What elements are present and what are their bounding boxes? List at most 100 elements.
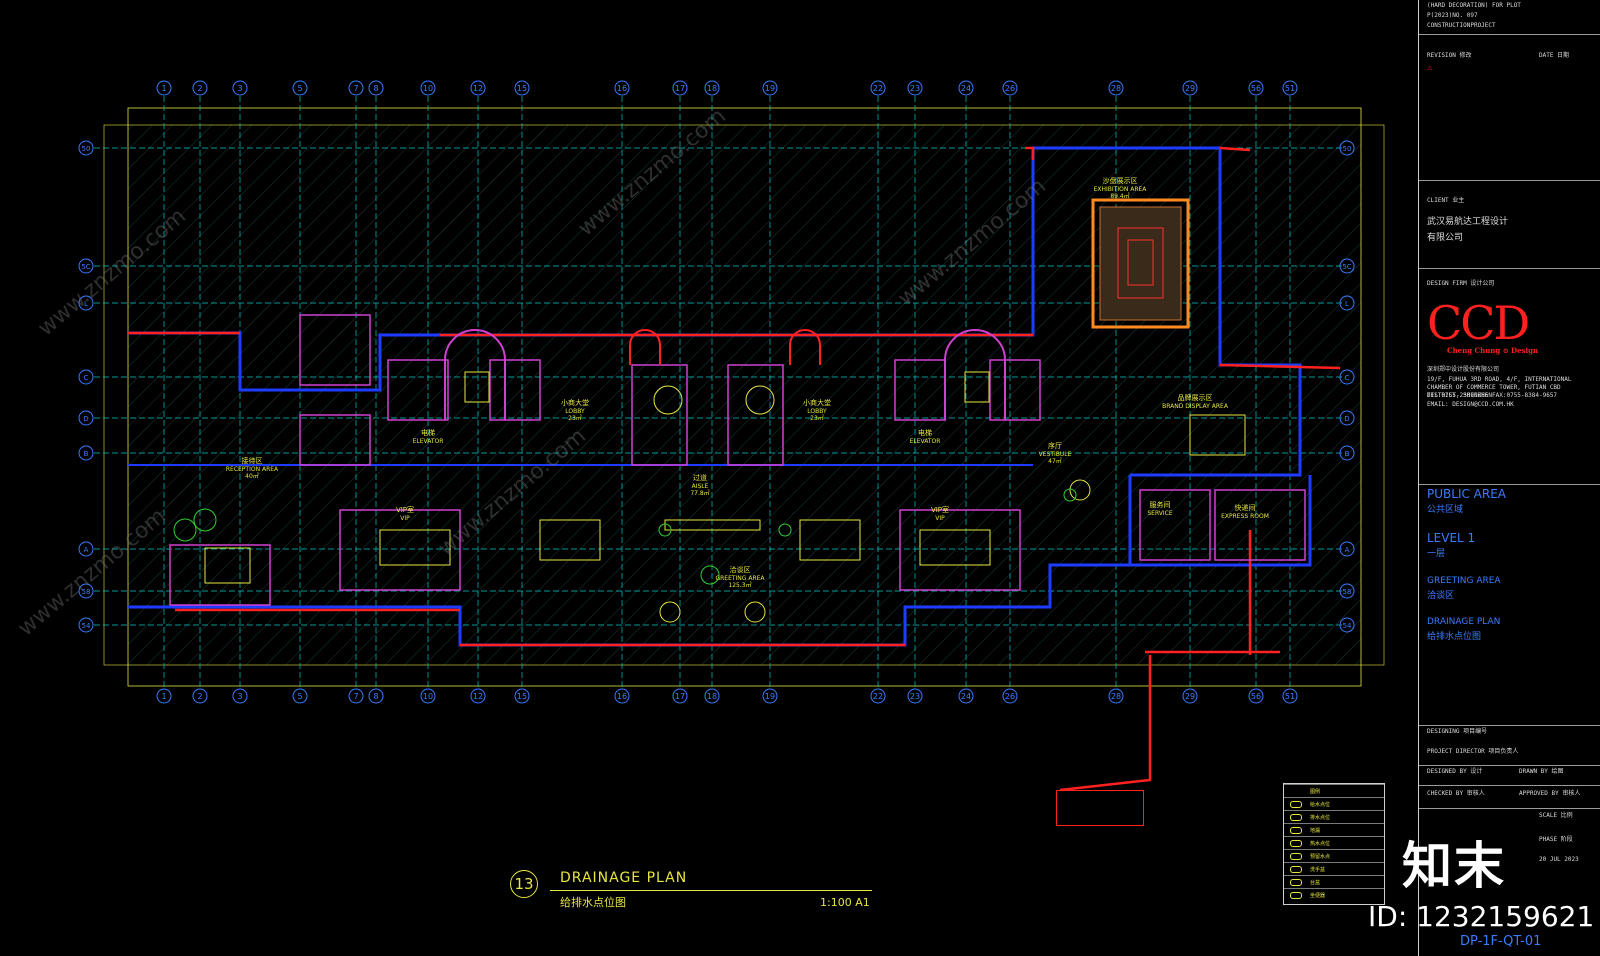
grid-label-column: 19 (765, 692, 775, 701)
company-email: EMAIL: DESIGN@CCD.COM.HK (1427, 401, 1514, 408)
room-label-en: EXPRESS ROOM (1221, 513, 1269, 520)
room-label-en: ELEVATOR (413, 438, 444, 445)
zone-en: GREETING AREA (1427, 576, 1501, 586)
grid-label-column: 7 (353, 84, 358, 93)
legend-label: 坐便器 (1310, 893, 1326, 899)
room-label-en: VIP (400, 515, 410, 522)
grid-label-column: 2 (197, 692, 202, 701)
grid-label-row: 5C (1342, 263, 1351, 271)
room-label-cn: 接待区 (242, 456, 263, 465)
drawing-date: 20 JUL 2023 (1539, 856, 1579, 863)
room-label-cn: 过道 (693, 473, 707, 482)
grid-label-row: C (1345, 374, 1350, 382)
room-label-en: LOBBY (807, 408, 827, 415)
plan-cn: 给排水点位图 (1427, 632, 1482, 642)
room-label-en: GREETING AREA (715, 575, 765, 582)
legend-symbol-icon (1290, 866, 1302, 873)
grid-label-row: D (1344, 415, 1349, 423)
grid-label-column: 18 (707, 84, 717, 93)
approved-by-label: APPROVED BY 审核人 (1519, 790, 1581, 797)
company-tel: TEL:0755-23090666 FAX:0755-8384-9657 (1427, 392, 1558, 399)
grid-label-column: 8 (373, 84, 378, 93)
room-label-cn: 小商大堂 (803, 398, 831, 407)
room-label-cn: 服务间 (1150, 500, 1171, 509)
grid-label-column: 5 (297, 84, 302, 93)
grid-label-row: C (84, 374, 89, 382)
zone-cn: 洽谈区 (1427, 591, 1455, 601)
grid-label-row: 5C (81, 263, 90, 271)
grid-label-column: 28 (1111, 84, 1121, 93)
grid-label-column: 16 (617, 692, 627, 701)
drawing-scale: 1:100 A1 (820, 896, 870, 909)
grid-label-column: 3 (237, 692, 242, 701)
legend-label: 预留水点 (1310, 854, 1331, 860)
room-label-en: BRAND DISPLAY AREA (1162, 403, 1229, 410)
grid-label-row: 58 (1343, 588, 1352, 596)
warning-icon: ⚠ (1427, 63, 1433, 73)
project-director-label: PROJECT DIRECTOR 项目负责人 (1427, 748, 1519, 755)
room-label-en: VIP (935, 515, 945, 522)
legend-label: 地漏 (1310, 828, 1321, 834)
room-label-cn: VIP室 (396, 505, 414, 514)
designed-by-label: DESIGNED BY 设计 (1427, 768, 1483, 775)
grid-label-column: 18 (707, 692, 717, 701)
room-label-en: ELEVATOR (910, 438, 941, 445)
company-name: 深圳郑中设计股份有限公司 (1427, 366, 1500, 373)
grid-label-column: 1 (161, 84, 166, 93)
room-label-cn: 电梯 (918, 428, 932, 437)
grid-label-column: 5 (297, 692, 302, 701)
area-cn: 公共区域 (1427, 505, 1464, 515)
grid-label-row: 54 (82, 622, 91, 630)
legend-row: 给水点位 (1284, 797, 1384, 810)
room-label-area: 23㎡ (568, 414, 582, 422)
znzmo-watermark-logo: 知末 (1402, 837, 1506, 895)
grid-label-column: 29 (1185, 692, 1195, 701)
room-label-cn: 序厅 (1048, 441, 1062, 450)
grid-label-column: 51 (1285, 84, 1295, 93)
legend-label: 洗手盆 (1310, 867, 1326, 873)
legend-label: 台盆 (1310, 880, 1321, 886)
sheet-number: DP-1F-QT-01 (1460, 934, 1542, 949)
grid-label-column: 1 (161, 692, 166, 701)
header-line: (HARD DECORATION) FOR PLOT (1427, 2, 1521, 9)
grid-label-column: 56 (1251, 84, 1261, 93)
grid-label-column: 22 (873, 692, 883, 701)
legend-label: 图例 (1310, 789, 1321, 795)
drawing-title-en: DRAINAGE PLAN (560, 870, 688, 886)
grid-label-column: 2 (197, 84, 202, 93)
level-cn: 一层 (1427, 549, 1446, 559)
room-label-cn: 电梯 (421, 428, 435, 437)
grid-label-column: 8 (373, 692, 378, 701)
grid-label-column: 12 (473, 692, 483, 701)
room-label-en: AISLE (692, 483, 709, 490)
room-label-area: 77.8㎡ (690, 489, 709, 497)
grid-label-row: L (1345, 300, 1349, 308)
legend-label: 热水点位 (1310, 841, 1331, 847)
grid-label-row: A (84, 546, 89, 554)
legend-row: 热水点位 (1284, 836, 1384, 849)
checked-by-label: CHECKED BY 审核人 (1427, 790, 1485, 797)
grid-label-column: 17 (675, 692, 685, 701)
client-name: 武汉易航达工程设计 (1427, 217, 1509, 227)
legend-row: 地漏 (1284, 823, 1384, 836)
legend-label: 给水点位 (1310, 802, 1331, 808)
room-label-cn: 小商大堂 (561, 398, 589, 407)
grid-label-column: 16 (617, 84, 627, 93)
designing-label: DESIGNING 项目编号 (1427, 728, 1488, 735)
area-en: PUBLIC AREA (1427, 487, 1507, 501)
grid-label-column: 29 (1185, 84, 1195, 93)
legend-table: 图例 给水点位 排水点位 地漏 热水点位 预留水点 洗手盆 台盆 坐便器 (1283, 783, 1385, 905)
grid-label-column: 3 (237, 84, 242, 93)
title-block-panel: (HARD DECORATION) FOR PLOT P(2023)NO. 09… (1418, 0, 1600, 956)
grid-label-row: D (83, 415, 88, 423)
legend-symbol-icon (1290, 801, 1302, 808)
grid-label-column: 12 (473, 84, 483, 93)
room-label-area: 40㎡ (245, 472, 259, 480)
grid-label-column: 10 (423, 692, 433, 701)
grid-label-row: 50 (82, 145, 91, 153)
legend-symbol-icon (1290, 814, 1302, 821)
grid-label-column: 22 (873, 84, 883, 93)
drainage-plan-drawing: 1122335577881010121215151616171718181919… (78, 80, 1385, 792)
level-en: LEVEL 1 (1427, 531, 1476, 545)
znzmo-watermark-id: ID: 1232159621 (1368, 900, 1595, 933)
